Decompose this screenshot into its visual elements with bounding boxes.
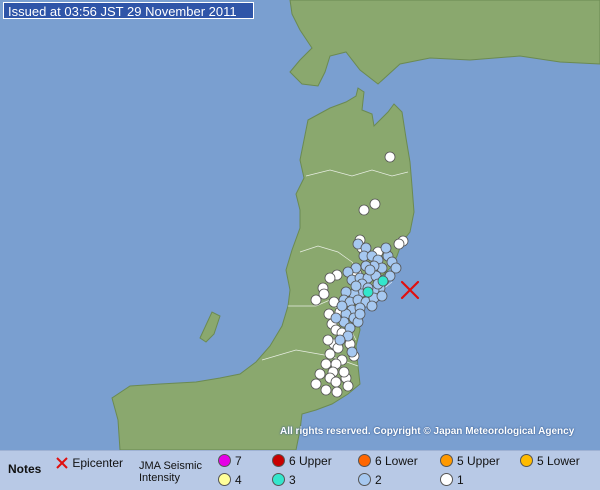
seismic-intensity-map: [0, 0, 600, 450]
station-intensity-1: [322, 334, 334, 346]
legend-level-6-upper: 6 Upper: [272, 454, 332, 468]
station-intensity-2: [334, 334, 346, 346]
station-intensity-2: [346, 346, 358, 358]
level-7-label: 7: [235, 454, 242, 468]
station-intensity-1: [393, 238, 405, 250]
legend-scale-title: JMA Seismic Intensity: [139, 460, 202, 484]
legend-epicenter-label: Epicenter: [72, 456, 124, 470]
legend-level-1: 1: [440, 473, 464, 487]
station-intensity-3: [377, 275, 389, 287]
station-intensity-1: [320, 384, 332, 396]
level-6-lower-dot: [358, 454, 371, 467]
legend-level-7: 7: [218, 454, 242, 468]
station-intensity-2: [380, 242, 392, 254]
legend-level-5-upper: 5 Upper: [440, 454, 500, 468]
station-intensity-2: [354, 308, 366, 320]
level-5-upper-dot: [440, 454, 453, 467]
map-stage: Issued at 03:56 JST 29 November 2011 All…: [0, 0, 600, 490]
level-3-label: 3: [289, 473, 296, 487]
legend-level-4: 4: [218, 473, 242, 487]
level-6-lower-label: 6 Lower: [375, 454, 418, 468]
station-intensity-2: [364, 264, 376, 276]
legend-level-6-lower: 6 Lower: [358, 454, 418, 468]
station-intensity-1: [342, 380, 354, 392]
level-5-upper-label: 5 Upper: [457, 454, 500, 468]
level-1-label: 1: [457, 473, 464, 487]
station-intensity-1: [384, 151, 396, 163]
station-intensity-2: [350, 280, 362, 292]
station-intensity-1: [324, 272, 336, 284]
legend-notes: Notes: [8, 462, 42, 476]
station-intensity-1: [314, 368, 326, 380]
station-intensity-2: [330, 312, 342, 324]
legend-level-3: 3: [272, 473, 296, 487]
level-1-dot: [440, 473, 453, 486]
legend: Notes Epicenter JMA Seismic Intensity 7 …: [0, 450, 600, 490]
station-intensity-2: [366, 300, 378, 312]
station-intensity-1: [320, 358, 332, 370]
station-intensity-3: [362, 286, 374, 298]
level-2-label: 2: [375, 473, 382, 487]
legend-level-5-lower: 5 Lower: [520, 454, 580, 468]
station-intensity-1: [310, 378, 322, 390]
level-4-dot: [218, 473, 231, 486]
level-3-dot: [272, 473, 285, 486]
station-intensity-2: [336, 300, 348, 312]
level-5-lower-label: 5 Lower: [537, 454, 580, 468]
station-intensity-1: [358, 204, 370, 216]
level-4-label: 4: [235, 473, 242, 487]
copyright-credit: All rights reserved. Copyright © Japan M…: [280, 426, 575, 437]
station-intensity-1: [331, 386, 343, 398]
station-intensity-1: [318, 288, 330, 300]
epicenter-icon: [56, 457, 68, 469]
legend-scale-line2: Intensity: [139, 472, 180, 484]
station-intensity-1: [324, 348, 336, 360]
station-intensity-2: [376, 290, 388, 302]
level-6-upper-dot: [272, 454, 285, 467]
level-5-lower-dot: [520, 454, 533, 467]
station-intensity-1: [330, 376, 342, 388]
legend-epicenter: Epicenter: [55, 456, 123, 470]
level-7-dot: [218, 454, 231, 467]
issued-timestamp: Issued at 03:56 JST 29 November 2011: [3, 2, 254, 19]
level-2-dot: [358, 473, 371, 486]
legend-scale-line1: JMA Seismic: [139, 460, 202, 472]
station-intensity-1: [369, 198, 381, 210]
station-intensity-1: [338, 366, 350, 378]
level-6-upper-label: 6 Upper: [289, 454, 332, 468]
legend-level-2: 2: [358, 473, 382, 487]
